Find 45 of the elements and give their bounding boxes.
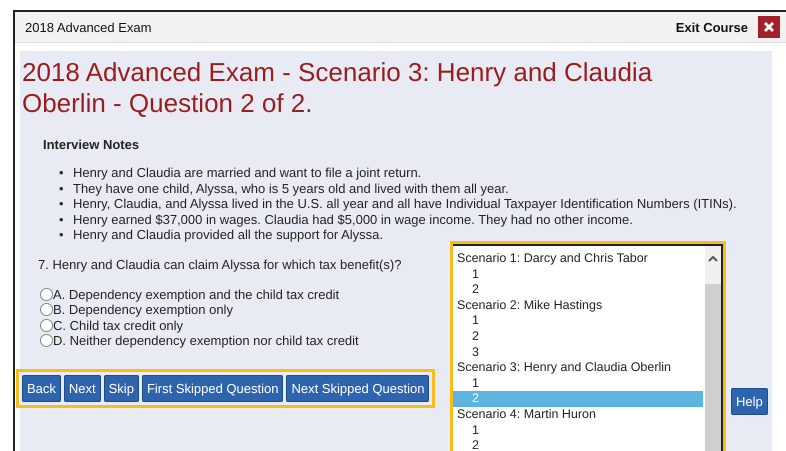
note-item: Henry and Claudia are married and want to file a joint return. bbox=[73, 165, 422, 180]
bullet-mark: • bbox=[59, 180, 65, 196]
radio-button[interactable] bbox=[40, 303, 53, 316]
question-item[interactable]: 2 bbox=[453, 282, 703, 298]
note-item: Henry earned $37,000 in wages. Claudia had $5,000 in wage income. They had no other income. bbox=[73, 212, 633, 227]
scenario-item[interactable]: Scenario 2: Mike Hastings bbox=[453, 298, 703, 314]
question-text: 7. Henry and Claudia can claim Alyssa for which tax benefit(s)? bbox=[38, 256, 402, 272]
answer-option[interactable]: A. Dependency exemption and the child tax credit bbox=[40, 286, 340, 302]
nav-button[interactable]: Back bbox=[22, 374, 61, 402]
note-item: They have one child, Alyssa, who is 5 years old and lived with them all year. bbox=[73, 180, 509, 196]
scenario-item[interactable]: Scenario 1: Darcy and Chris Tabor bbox=[453, 251, 703, 267]
window-title: 2018 Advanced Exam bbox=[25, 20, 152, 34]
note-item: Henry and Claudia provided all the support for Alyssa. bbox=[73, 227, 384, 242]
scrollbar[interactable] bbox=[705, 246, 721, 451]
radio-button[interactable] bbox=[40, 288, 53, 301]
bullet-mark: • bbox=[59, 165, 65, 180]
question-item[interactable]: 3 bbox=[453, 344, 703, 360]
answer-option[interactable]: C. Child tax credit only bbox=[40, 318, 184, 333]
question-item[interactable]: 2 bbox=[453, 438, 703, 451]
page-heading: 2018 Advanced Exam - Scenario 3: Henry and Claudia Oberlin - Question 2 of 2. bbox=[22, 57, 654, 119]
question-item[interactable]: 1 bbox=[453, 376, 703, 392]
notes-title: Interview Notes bbox=[43, 137, 140, 152]
close-button[interactable] bbox=[758, 16, 780, 38]
bullet-mark: • bbox=[59, 212, 65, 227]
scenario-item[interactable]: Scenario 3: Henry and Claudia Oberlin bbox=[453, 360, 703, 376]
nav-button[interactable]: Skip bbox=[104, 374, 139, 402]
note-item: Henry, Claudia, and Alyssa lived in the U.S. all year and all have Individual Taxpayer Identification Numbers (ITINs). bbox=[73, 196, 737, 212]
bullet-mark: • bbox=[59, 196, 65, 212]
exit-course-link[interactable]: Exit Course bbox=[676, 20, 748, 34]
radio-button[interactable] bbox=[40, 318, 53, 332]
bullet-mark: • bbox=[59, 227, 65, 242]
radio-button[interactable] bbox=[40, 334, 53, 348]
question-item[interactable]: 1 bbox=[453, 422, 703, 438]
nav-button[interactable]: Next bbox=[64, 374, 101, 402]
answer-option[interactable]: D. Neither dependency exemption nor child tax credit bbox=[40, 333, 359, 348]
nav-button[interactable]: First Skipped Question bbox=[142, 374, 284, 402]
nav-button[interactable]: Next Skipped Question bbox=[286, 374, 430, 402]
question-item[interactable]: 2 bbox=[453, 328, 703, 345]
answer-option[interactable]: B. Dependency exemption only bbox=[40, 302, 233, 318]
question-item[interactable]: 1 bbox=[453, 313, 703, 329]
question-item[interactable]: 1 bbox=[453, 266, 703, 282]
scenario-item[interactable]: Scenario 4: Martin Huron bbox=[453, 406, 703, 423]
close-icon bbox=[763, 21, 775, 33]
chevron-up-icon[interactable] bbox=[708, 256, 718, 262]
help-button[interactable]: Help bbox=[731, 388, 768, 415]
